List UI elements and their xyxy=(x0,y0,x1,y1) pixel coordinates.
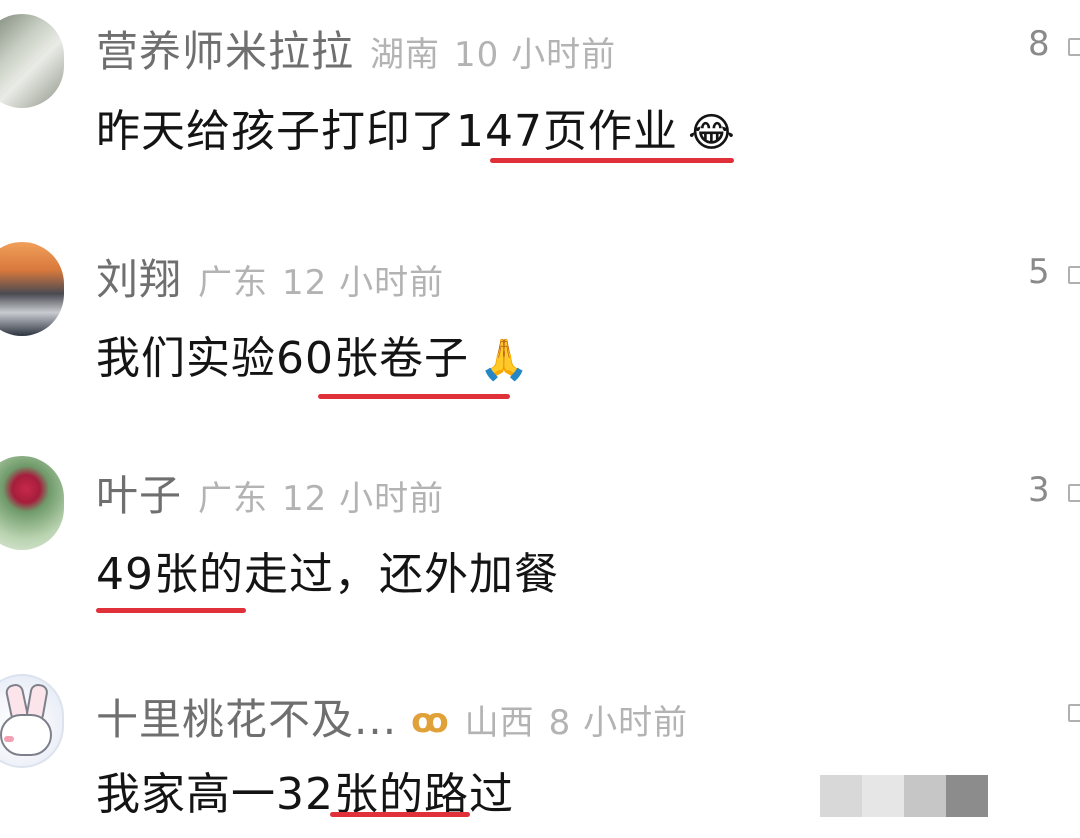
laughing-tears-icon: 😂 xyxy=(687,110,736,156)
region-label: 广东 xyxy=(198,479,269,519)
bunny-cheek-icon xyxy=(4,736,14,742)
comment-text: 我们实验60张卷子 xyxy=(96,333,469,384)
username[interactable]: 营养师米拉拉 xyxy=(96,18,354,79)
comment-text-row[interactable]: 昨天给孩子打印了147页作业 😂 xyxy=(96,95,736,159)
comment-text-row[interactable]: 我们实验60张卷子 🙏 xyxy=(96,322,530,386)
like-icon[interactable] xyxy=(1068,38,1080,56)
like-count: 8 xyxy=(1028,24,1050,64)
comment-header: 叶子 广东 12 小时前 xyxy=(96,462,444,520)
praying-hands-icon: 🙏 xyxy=(479,337,530,383)
timestamp: 8 小时前 xyxy=(548,703,689,743)
comment-header: 营养师米拉拉 湖南 10 小时前 xyxy=(96,18,616,76)
avatar[interactable] xyxy=(0,674,64,768)
mosaic-block xyxy=(946,775,988,817)
username[interactable]: 叶子 xyxy=(96,462,182,523)
comment-header: 十里桃花不及... ꝏ 山西 8 小时前 xyxy=(96,686,688,744)
username[interactable]: 十里桃花不及... xyxy=(96,686,397,747)
comment-item: 刘翔 广东 12 小时前 我们实验60张卷子 🙏 5 xyxy=(0,224,1080,444)
comment-header: 刘翔 广东 12 小时前 xyxy=(96,246,444,304)
vip-bow-icon: ꝏ xyxy=(411,701,449,741)
bunny-face-icon xyxy=(0,714,52,756)
timestamp: 10 小时前 xyxy=(454,35,617,75)
timestamp: 12 小时前 xyxy=(282,479,445,519)
red-underline xyxy=(96,608,246,613)
avatar[interactable] xyxy=(0,456,64,550)
comment-text-row[interactable]: 49张的走过，还外加餐 xyxy=(96,538,559,602)
like-icon[interactable] xyxy=(1068,484,1080,502)
like-icon[interactable] xyxy=(1068,704,1080,722)
comment-item: 营养师米拉拉 湖南 10 小时前 昨天给孩子打印了147页作业 😂 8 xyxy=(0,0,1080,220)
like-count: 3 xyxy=(1028,470,1050,510)
red-underline xyxy=(330,812,470,817)
mosaic-block xyxy=(820,775,862,817)
mosaic-block xyxy=(862,775,904,817)
region-label: 广东 xyxy=(198,263,269,303)
red-underline xyxy=(490,158,734,163)
avatar[interactable] xyxy=(0,242,64,336)
mosaic-watermark xyxy=(820,775,988,817)
like-icon[interactable] xyxy=(1068,266,1080,284)
username[interactable]: 刘翔 xyxy=(96,246,182,307)
like-count: 5 xyxy=(1028,252,1050,292)
red-underline xyxy=(318,394,510,399)
mosaic-block xyxy=(904,775,946,817)
region-label: 山西 xyxy=(464,703,535,743)
comment-item: 叶子 广东 12 小时前 49张的走过，还外加餐 3 xyxy=(0,440,1080,660)
region-label: 湖南 xyxy=(370,35,441,75)
comment-text: 49张的走过，还外加餐 xyxy=(96,549,559,600)
avatar[interactable] xyxy=(0,14,64,108)
comment-text: 昨天给孩子打印了147页作业 xyxy=(96,106,678,157)
timestamp: 12 小时前 xyxy=(282,263,445,303)
